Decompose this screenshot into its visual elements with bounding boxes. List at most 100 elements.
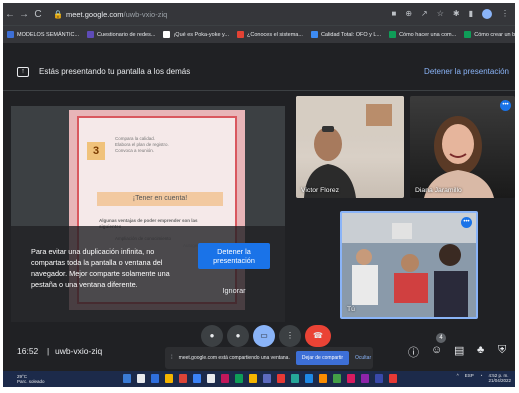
bookmark-label: Cómo crear un bailet... — [474, 31, 515, 38]
taskbar-app-icon[interactable] — [347, 374, 355, 383]
participant-tile[interactable]: Victor Florez — [296, 96, 404, 198]
present-button[interactable]: ▭ — [253, 325, 275, 347]
chat-icon[interactable]: ▤ — [454, 344, 464, 357]
bookmark-item[interactable]: ¡Qué es Poka-yoke y... — [163, 31, 229, 38]
reload-icon[interactable]: C — [31, 9, 45, 20]
bookmarks-bar: MODELOS SEMÁNTIC... Cuestionario de redes… — [3, 25, 515, 43]
taskbar: 29°C Parc. soleado ^ ESP ◔ 4:52 p. m. 21… — [3, 371, 515, 387]
bookmark-item[interactable]: ¿Conoces el sistema... — [237, 31, 303, 38]
self-tile[interactable]: ••• Tú — [340, 211, 478, 319]
taskbar-app-icon[interactable] — [221, 374, 229, 383]
bookmark-item[interactable]: Cómo crear un bailet... — [464, 31, 515, 38]
people-count: 4 — [436, 333, 446, 343]
host-controls-icon[interactable]: ⛨ — [498, 344, 506, 357]
tray-chevron-icon[interactable]: ^ — [457, 373, 459, 383]
slide-list-item: Convoca a reunión. — [115, 148, 155, 153]
profile-avatar[interactable] — [482, 9, 492, 19]
url-field[interactable]: meet.google.com/uwb-vxio-ziq — [66, 10, 167, 19]
back-icon[interactable]: ← — [3, 9, 17, 20]
camera-icon[interactable]: ■ — [391, 9, 396, 19]
presenting-banner: ↑ Estás presentando tu pantalla a los de… — [3, 43, 515, 91]
shared-screen: 3 Compara la calidad. Elabora el plan de… — [11, 106, 285, 322]
stop-sharing-button[interactable]: Dejar de compartir — [295, 351, 349, 365]
bookmark-icon — [310, 31, 318, 38]
language-indicator[interactable]: ESP — [465, 373, 474, 383]
bookmark-icon — [464, 31, 472, 38]
share-icon[interactable]: ↗ — [421, 9, 428, 19]
bookmark-label: Cuestionario de redes... — [97, 31, 156, 38]
duplication-warning: Para evitar una duplicación infinita, no… — [11, 226, 285, 322]
taskbar-app-icon[interactable] — [361, 374, 369, 383]
meeting-time: 16:52 — [17, 346, 39, 356]
bookmark-label: ¡Qué es Poka-yoke y... — [173, 31, 229, 38]
clock[interactable]: 4:52 p. m. 21/04/2022 — [488, 373, 511, 383]
taskbar-app-icon[interactable] — [333, 374, 341, 383]
star-icon[interactable]: ☆ — [437, 9, 444, 19]
ignore-button[interactable]: Ignorar — [198, 286, 270, 295]
taskbar-app-icon[interactable] — [207, 374, 215, 383]
stop-presenting-link[interactable]: Detener la presentación — [424, 67, 509, 76]
menu-icon[interactable]: ⋮ — [501, 9, 509, 19]
taskbar-app-icon[interactable] — [179, 374, 187, 383]
more-options-button[interactable]: ⋮ — [279, 325, 301, 347]
taskbar-app-icon[interactable] — [277, 374, 285, 383]
grip-icon[interactable]: ⁞ — [171, 355, 173, 361]
self-video — [342, 213, 476, 317]
participant-tile[interactable]: ••• Diana Jaramillo — [410, 96, 515, 198]
zoom-icon[interactable]: ⊕ — [405, 9, 412, 19]
end-call-button[interactable]: ☎ — [305, 325, 331, 347]
separator: | — [47, 346, 50, 356]
warning-message: Para evitar una duplicación infinita, no… — [31, 247, 170, 289]
taskbar-app-icon[interactable] — [151, 374, 159, 383]
participant-name: Victor Florez — [301, 187, 340, 194]
slide-callout: ¡Tener en cuenta! — [97, 192, 223, 206]
taskbar-app-icon[interactable] — [137, 374, 145, 383]
bookmark-icon — [389, 31, 397, 38]
taskbar-app-icon[interactable] — [249, 374, 257, 383]
hide-button[interactable]: Ocultar — [355, 355, 371, 361]
sharing-text: meet.google.com está compartiendo una ve… — [178, 355, 290, 361]
bookmark-label: MODELOS SEMÁNTIC... — [17, 31, 80, 38]
taskbar-app-icon[interactable] — [263, 374, 271, 383]
activities-icon[interactable]: ♣ — [477, 344, 484, 356]
mic-button[interactable]: ● — [201, 325, 223, 347]
camera-button[interactable]: ● — [227, 325, 249, 347]
system-tray: ^ ESP ◔ 4:52 p. m. 21/04/2022 — [457, 373, 511, 383]
bookmark-icon — [237, 31, 244, 38]
bookmark-item[interactable]: MODELOS SEMÁNTIC... — [7, 31, 79, 38]
weather-widget[interactable]: 29°C Parc. soleado — [17, 374, 45, 384]
bookmark-icon — [7, 31, 14, 38]
taskbar-app-icon[interactable] — [123, 374, 131, 383]
taskbar-app-icon[interactable] — [165, 374, 173, 383]
taskbar-app-icon[interactable] — [319, 374, 327, 383]
extensions-icon[interactable]: ✱ — [453, 9, 460, 19]
sidepanel-icon[interactable]: ▮ — [469, 9, 473, 19]
info-icon[interactable]: ⓘ — [408, 344, 419, 360]
speaking-indicator-icon: ••• — [500, 100, 511, 111]
taskbar-apps — [123, 374, 397, 383]
bookmark-icon — [87, 31, 95, 38]
bookmark-item[interactable]: Cómo hacer una com... — [389, 31, 456, 38]
taskbar-app-icon[interactable] — [235, 374, 243, 383]
participant-video — [424, 116, 494, 198]
people-icon[interactable]: ☺ — [431, 344, 442, 356]
participant-video — [296, 96, 404, 198]
taskbar-app-icon[interactable] — [305, 374, 313, 383]
meeting-code: uwb-vxio-ziq — [55, 346, 103, 356]
wifi-icon[interactable]: ◔ — [480, 373, 483, 383]
taskbar-app-icon[interactable] — [291, 374, 299, 383]
forward-icon[interactable]: → — [17, 9, 31, 20]
bookmark-item[interactable]: Cuestionario de redes... — [87, 31, 155, 38]
screen: ← → C 🔒 meet.google.com/uwb-vxio-ziq ■ ⊕… — [3, 3, 515, 387]
taskbar-app-icon[interactable] — [389, 374, 397, 383]
bookmark-label: Cómo hacer una com... — [399, 31, 457, 38]
taskbar-app-icon[interactable] — [375, 374, 383, 383]
bookmark-label: Calidad Total: OFO y L... — [320, 31, 382, 38]
browser-toolbar: ← → C 🔒 meet.google.com/uwb-vxio-ziq ■ ⊕… — [3, 3, 515, 25]
taskbar-app-icon[interactable] — [193, 374, 201, 383]
speaking-indicator-icon: ••• — [461, 217, 472, 228]
presenting-text: Estás presentando tu pantalla a los demá… — [39, 67, 191, 76]
bookmark-item[interactable]: Calidad Total: OFO y L... — [310, 31, 382, 38]
sharing-notification: ⁞ meet.google.com está compartiendo una … — [165, 347, 373, 369]
stop-presenting-button[interactable]: Detener la presentación — [198, 243, 270, 269]
